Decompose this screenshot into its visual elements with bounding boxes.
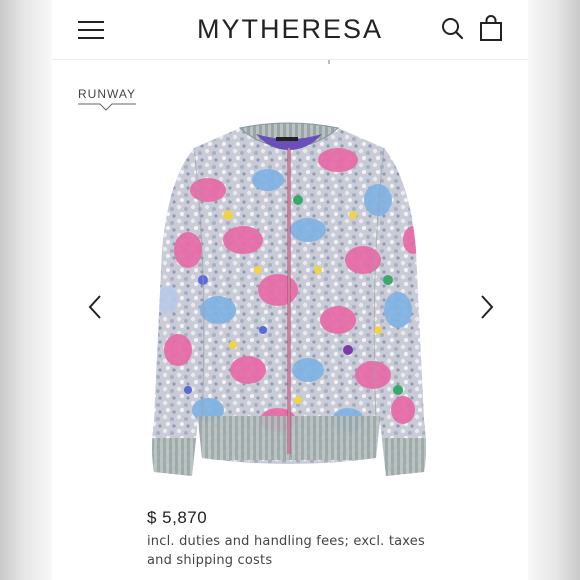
top-navigation-bar: MYTHERESA [52,0,528,60]
product-price: $ 5,870 [147,508,208,527]
hamburger-menu-icon[interactable] [78,18,106,40]
runway-badge: RUNWAY [78,86,138,112]
runway-underline [78,103,136,111]
product-page: MYTHERESA RUNWAY $ 5,870 incl. duties an… [52,0,528,580]
product-image[interactable] [148,120,430,500]
price-fee-note: incl. duties and handling fees; excl. ta… [147,534,425,568]
shopping-bag-icon[interactable] [478,14,504,42]
brand-logo[interactable]: MYTHERESA [172,14,408,45]
search-icon[interactable] [440,16,466,42]
divider-mark [328,60,330,64]
chevron-right-icon[interactable] [476,294,496,320]
chevron-left-icon[interactable] [86,294,106,320]
runway-label: RUNWAY [78,87,136,101]
